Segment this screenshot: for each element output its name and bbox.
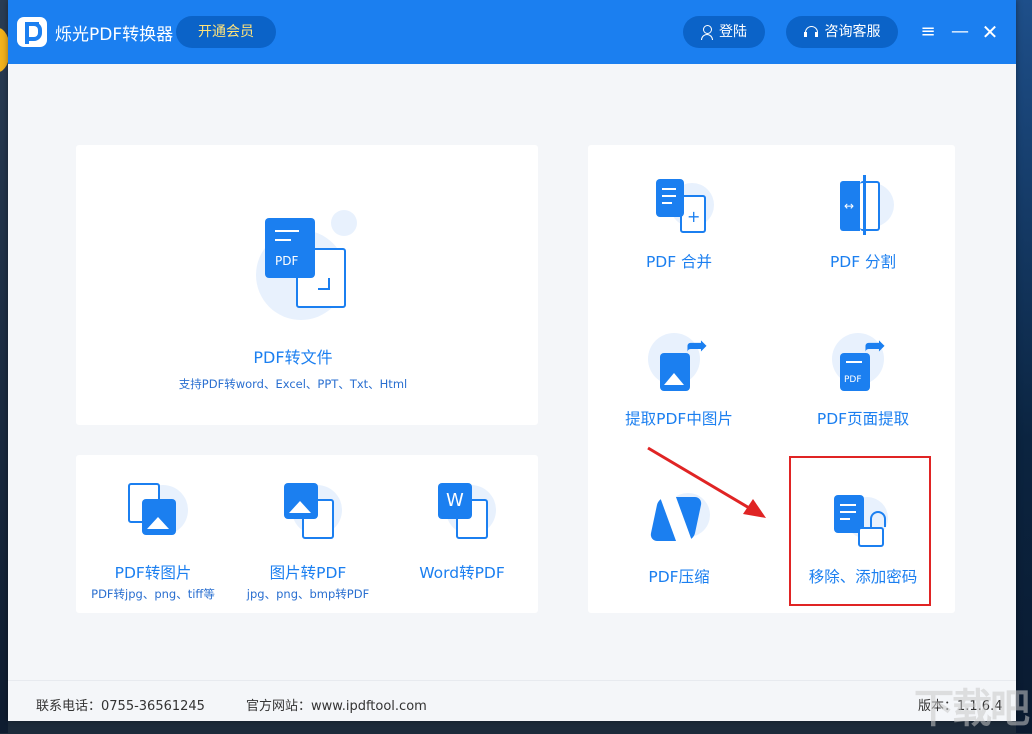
contact-phone: 联系电话：0755-36561245: [36, 699, 205, 714]
footer: 联系电话：0755-36561245 官方网站：www.ipdftool.com…: [8, 680, 1016, 721]
desktop-right-strip: [1016, 0, 1032, 733]
highlight-box: [789, 456, 931, 606]
desktop-left-strip: [0, 0, 10, 733]
app-window: 烁光PDF转换器 开通会员 登陆 咨询客服 ≡ — ✕ PDF PDF转文件 支…: [8, 0, 1016, 721]
watermark: 下载吧: [914, 686, 1030, 732]
official-website[interactable]: 官方网站：www.ipdftool.com: [246, 695, 427, 714]
annotation-arrow: [647, 446, 766, 518]
